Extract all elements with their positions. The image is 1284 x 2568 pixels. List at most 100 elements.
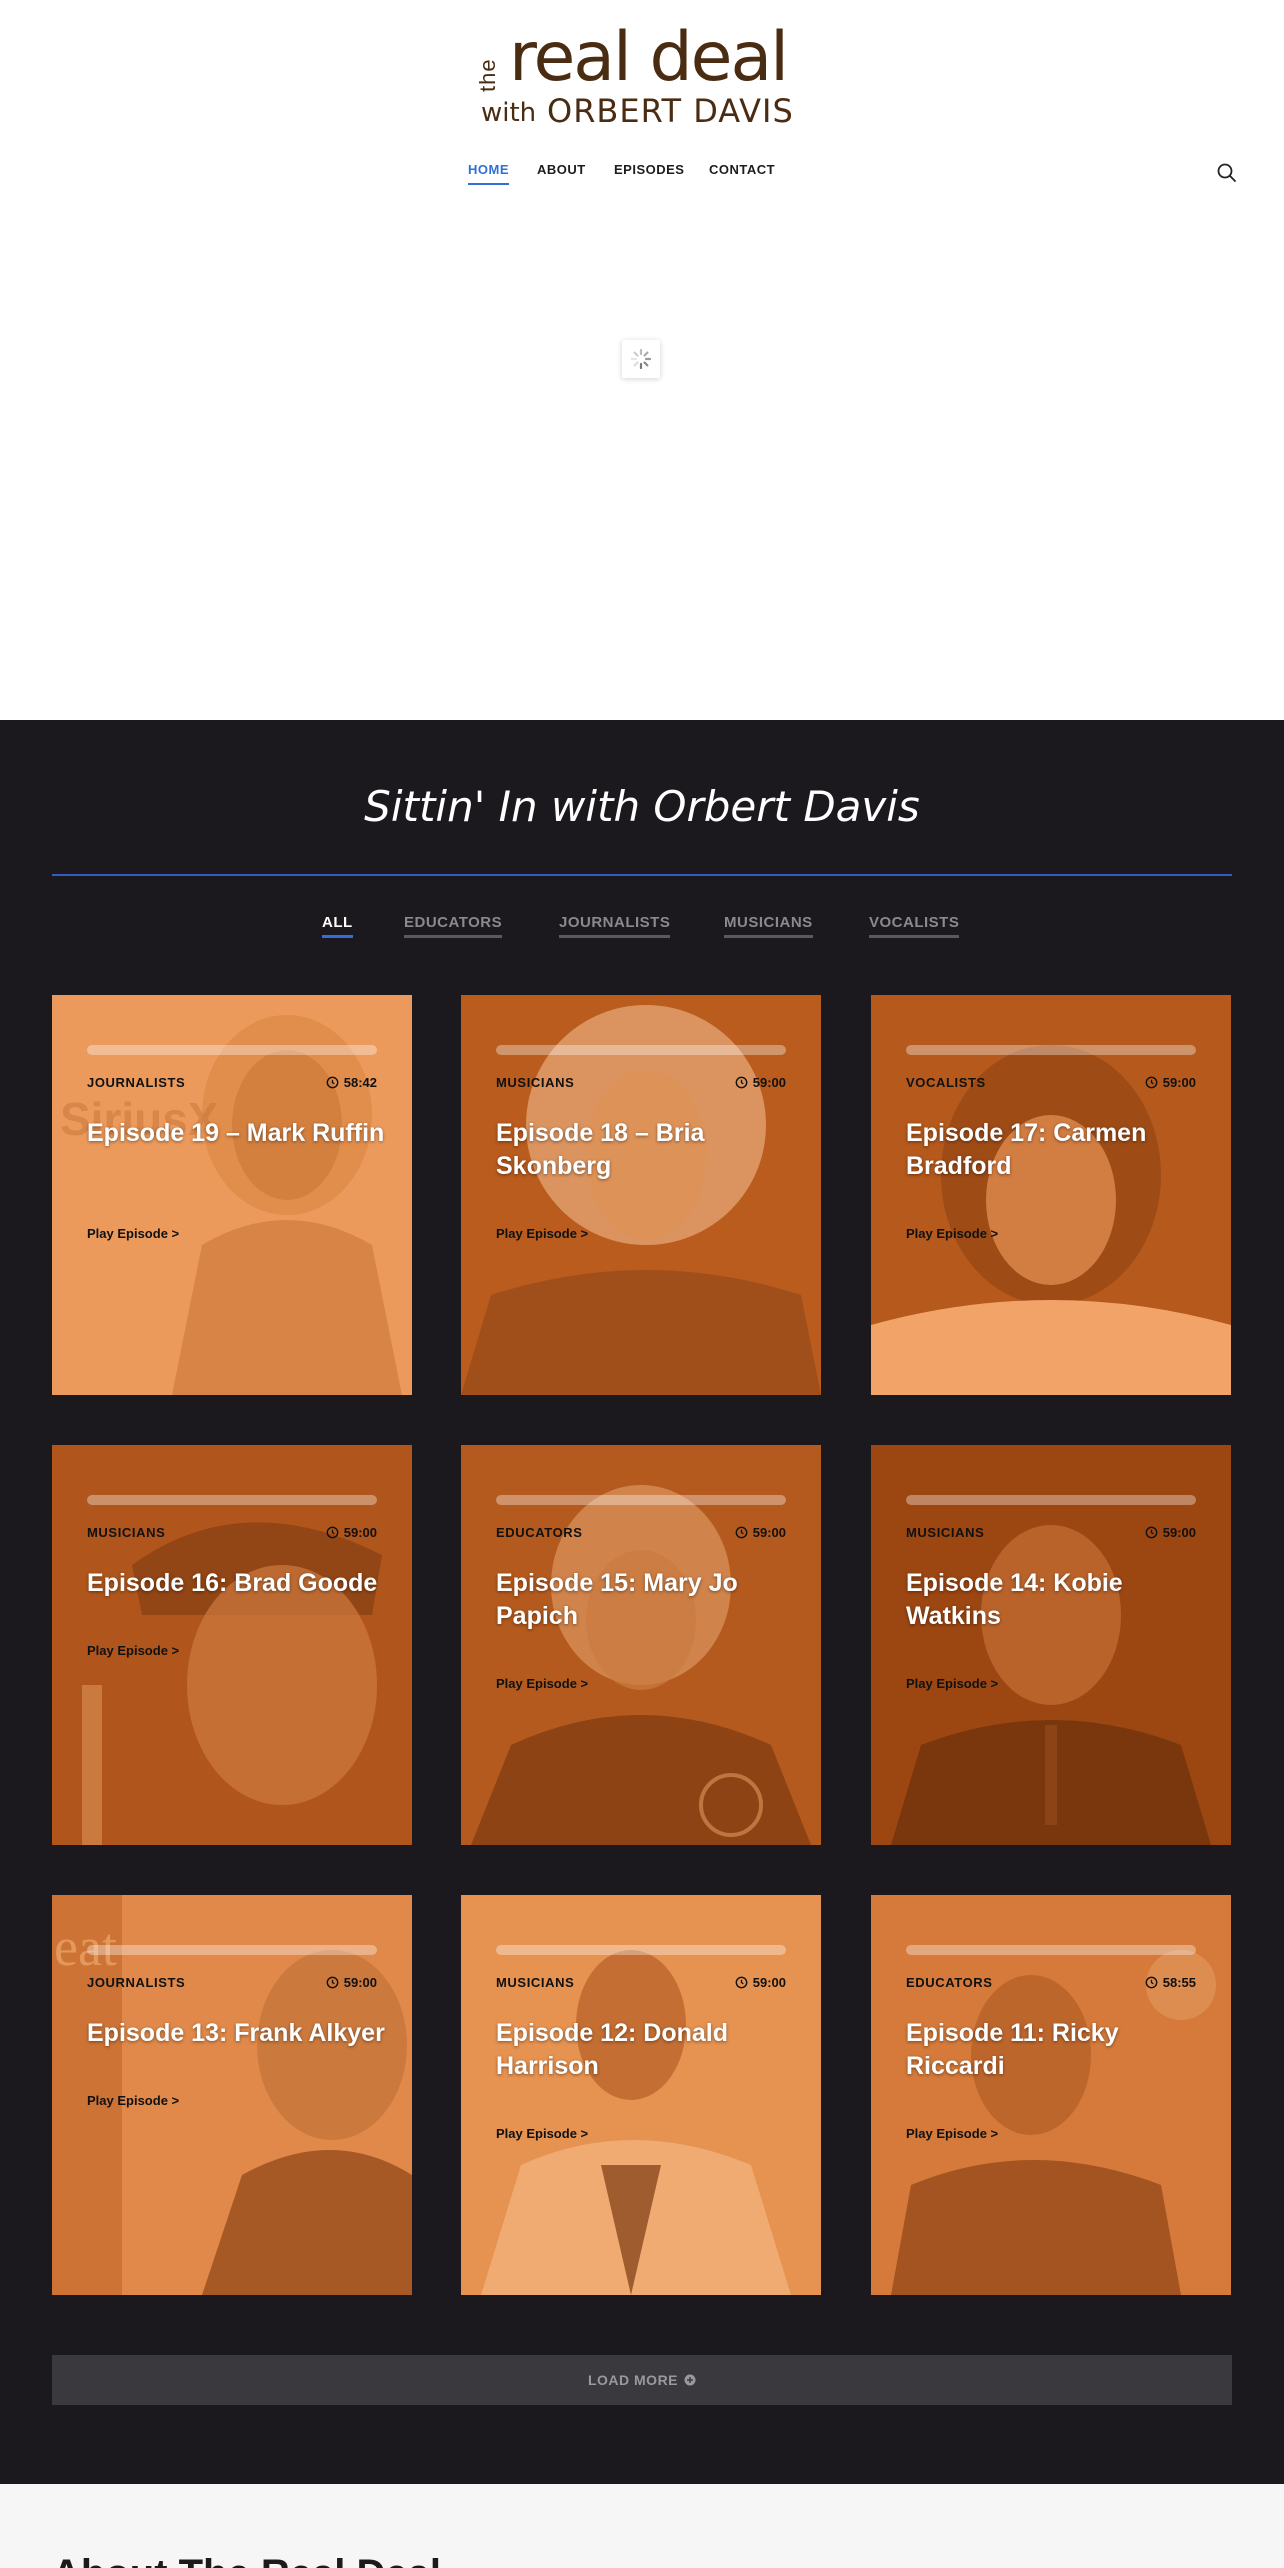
- nav-contact[interactable]: CONTACT: [709, 162, 775, 183]
- episode-duration: 58:55: [1145, 1975, 1196, 1990]
- episode-card[interactable]: MUSICIANS 59:00 Episode 16: Brad Goode P…: [52, 1445, 412, 1845]
- progress-bar[interactable]: [87, 1045, 377, 1055]
- filter-educators[interactable]: EDUCATORS: [404, 914, 503, 938]
- category-filters: ALL EDUCATORS JOURNALISTS MUSICIANS VOCA…: [0, 914, 1284, 944]
- progress-bar[interactable]: [496, 1495, 786, 1505]
- load-more-label: LOAD MORE: [587, 2372, 679, 2388]
- episode-photo: [461, 995, 821, 1395]
- episode-title[interactable]: Episode 14: Kobie Watkins: [906, 1567, 1206, 1633]
- episode-photo: [871, 1445, 1231, 1845]
- logo-real-deal: real deal: [509, 18, 789, 97]
- episode-duration: 59:00: [326, 1975, 377, 1990]
- progress-bar[interactable]: [87, 1495, 377, 1505]
- duration-text: 58:42: [343, 1075, 377, 1090]
- episode-photo: [461, 1895, 821, 2295]
- episode-card[interactable]: SiriusX JOURNALISTS 58:42 Episode 19 – M…: [52, 995, 412, 1395]
- episode-title[interactable]: Episode 19 – Mark Ruffin: [87, 1117, 387, 1150]
- episode-category[interactable]: JOURNALISTS: [87, 1975, 185, 1990]
- title-divider: [52, 874, 1232, 876]
- play-episode-link[interactable]: Play Episode >: [87, 1643, 179, 1658]
- logo-with: with: [481, 98, 537, 128]
- about-section: About The Real Deal: [0, 2484, 1284, 2568]
- episode-category[interactable]: MUSICIANS: [496, 1975, 574, 1990]
- play-episode-link[interactable]: Play Episode >: [87, 2093, 179, 2108]
- clock-icon: [1145, 1076, 1158, 1089]
- play-episode-link[interactable]: Play Episode >: [906, 1676, 998, 1691]
- episode-title[interactable]: Episode 11: Ricky Riccardi: [906, 2017, 1206, 2083]
- play-episode-link[interactable]: Play Episode >: [906, 1226, 998, 1241]
- episode-category[interactable]: MUSICIANS: [906, 1525, 984, 1540]
- episode-card[interactable]: MUSICIANS 59:00 Episode 12: Donald Harri…: [461, 1895, 821, 2295]
- main-nav: HOME ABOUT EPISODES CONTACT: [0, 162, 1284, 192]
- progress-bar[interactable]: [906, 1495, 1196, 1505]
- clock-icon: [326, 1076, 339, 1089]
- episode-card[interactable]: eat JOURNALISTS 59:00 Episode 13: Frank …: [52, 1895, 412, 2295]
- episode-card[interactable]: MUSICIANS 59:00 Episode 18 – Bria Skonbe…: [461, 995, 821, 1395]
- episode-duration: 59:00: [1145, 1525, 1196, 1540]
- duration-text: 58:55: [1162, 1975, 1196, 1990]
- filter-vocalists[interactable]: VOCALISTS: [869, 914, 960, 938]
- episode-category[interactable]: JOURNALISTS: [87, 1075, 185, 1090]
- plus-circle-icon: [684, 2374, 696, 2386]
- clock-icon: [1145, 1526, 1158, 1539]
- episode-card[interactable]: EDUCATORS 58:55 Episode 11: Ricky Riccar…: [871, 1895, 1231, 2295]
- progress-bar[interactable]: [496, 1045, 786, 1055]
- filter-all[interactable]: ALL: [322, 914, 353, 938]
- episode-duration: 59:00: [326, 1525, 377, 1540]
- duration-text: 59:00: [752, 1075, 786, 1090]
- duration-text: 59:00: [1162, 1075, 1196, 1090]
- episode-title[interactable]: Episode 17: Carmen Bradford: [906, 1117, 1206, 1183]
- progress-bar[interactable]: [906, 1045, 1196, 1055]
- duration-text: 59:00: [752, 1525, 786, 1540]
- episode-category[interactable]: EDUCATORS: [496, 1525, 583, 1540]
- play-episode-link[interactable]: Play Episode >: [496, 1676, 588, 1691]
- episode-category[interactable]: EDUCATORS: [906, 1975, 993, 1990]
- play-episode-link[interactable]: Play Episode >: [906, 2126, 998, 2141]
- episodes-section: Sittin' In with Orbert Davis ALL EDUCATO…: [0, 720, 1284, 2484]
- progress-bar[interactable]: [496, 1945, 786, 1955]
- episode-title[interactable]: Episode 16: Brad Goode: [87, 1567, 387, 1600]
- about-title: About The Real Deal: [52, 2552, 441, 2568]
- episode-title[interactable]: Episode 15: Mary Jo Papich: [496, 1567, 796, 1633]
- play-episode-link[interactable]: Play Episode >: [87, 1226, 179, 1241]
- load-more-button[interactable]: LOAD MORE: [52, 2355, 1232, 2405]
- duration-text: 59:00: [752, 1975, 786, 1990]
- episode-card[interactable]: EDUCATORS 59:00 Episode 15: Mary Jo Papi…: [461, 1445, 821, 1845]
- clock-icon: [735, 1526, 748, 1539]
- nav-home[interactable]: HOME: [468, 162, 509, 185]
- duration-text: 59:00: [343, 1975, 377, 1990]
- episode-title[interactable]: Episode 12: Donald Harrison: [496, 2017, 796, 2083]
- progress-bar[interactable]: [87, 1945, 377, 1955]
- episode-photo: [871, 995, 1231, 1395]
- play-episode-link[interactable]: Play Episode >: [496, 2126, 588, 2141]
- site-logo[interactable]: the real deal with ORBERT DAVIS: [475, 24, 815, 135]
- filter-musicians[interactable]: MUSICIANS: [724, 914, 813, 938]
- search-button[interactable]: [1216, 162, 1238, 184]
- episode-title[interactable]: Episode 13: Frank Alkyer: [87, 2017, 387, 2050]
- nav-about[interactable]: ABOUT: [537, 162, 586, 183]
- episode-duration: 59:00: [735, 1525, 786, 1540]
- episode-card[interactable]: VOCALISTS 59:00 Episode 17: Carmen Bradf…: [871, 995, 1231, 1395]
- nav-episodes[interactable]: EPISODES: [614, 162, 684, 183]
- episode-card[interactable]: MUSICIANS 59:00 Episode 14: Kobie Watkin…: [871, 1445, 1231, 1845]
- episode-category[interactable]: VOCALISTS: [906, 1075, 986, 1090]
- duration-text: 59:00: [343, 1525, 377, 1540]
- progress-bar[interactable]: [906, 1945, 1196, 1955]
- filter-journalists[interactable]: JOURNALISTS: [559, 914, 671, 938]
- episode-photo: [871, 1895, 1231, 2295]
- duration-text: 59:00: [1162, 1525, 1196, 1540]
- clock-icon: [1145, 1976, 1158, 1989]
- episode-title[interactable]: Episode 18 – Bria Skonberg: [496, 1117, 796, 1183]
- logo-the: the: [475, 58, 500, 92]
- episode-duration: 59:00: [1145, 1075, 1196, 1090]
- episode-category[interactable]: MUSICIANS: [87, 1525, 165, 1540]
- clock-icon: [326, 1526, 339, 1539]
- search-icon: [1217, 163, 1236, 182]
- hero-slider: [0, 200, 1284, 720]
- episode-duration: 59:00: [735, 1975, 786, 1990]
- loading-indicator: [622, 340, 660, 378]
- play-episode-link[interactable]: Play Episode >: [496, 1226, 588, 1241]
- section-title: Sittin' In with Orbert Davis: [364, 782, 920, 831]
- logo-name: ORBERT DAVIS: [547, 92, 794, 130]
- episode-category[interactable]: MUSICIANS: [496, 1075, 574, 1090]
